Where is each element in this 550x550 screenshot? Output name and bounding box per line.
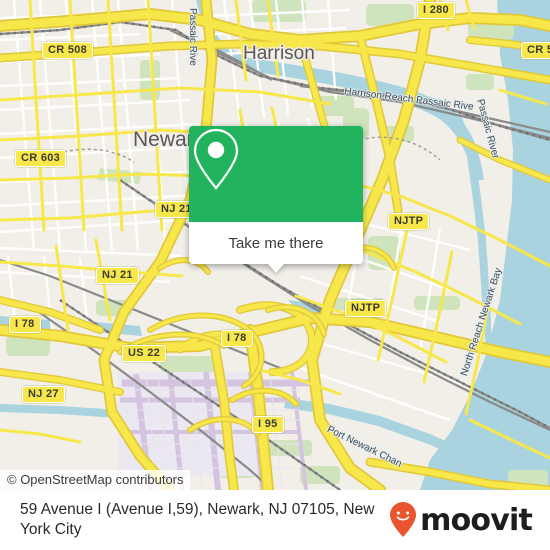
road-shield-i-78-east[interactable]: I 78 xyxy=(221,330,253,347)
screenshot-root: Harrison Newark Passaic Rive Harrison Re… xyxy=(0,0,550,550)
road-shield-us-22[interactable]: US 22 xyxy=(122,345,167,362)
map-popup-card[interactable]: Take me there xyxy=(189,126,363,273)
road-shield-cr-508[interactable]: CR 508 xyxy=(42,42,94,59)
take-me-there-label: Take me there xyxy=(228,234,324,252)
place-label-harrison: Harrison xyxy=(243,43,315,64)
road-shield-cr-5[interactable]: CR 5 xyxy=(521,42,550,59)
take-me-there-button[interactable]: Take me there xyxy=(189,222,363,264)
road-shield-njtp-north[interactable]: NJTP xyxy=(388,213,430,230)
moovit-smiley-pin-icon xyxy=(390,502,417,537)
footer-bar: 59 Avenue I (Avenue I,59), Newark, NJ 07… xyxy=(0,490,550,550)
road-shield-nj-21-south[interactable]: NJ 21 xyxy=(96,267,139,284)
moovit-logo[interactable]: moovit xyxy=(388,501,540,539)
map-canvas[interactable]: Harrison Newark Passaic Rive Harrison Re… xyxy=(0,0,550,490)
osm-attribution[interactable]: © OpenStreetMap contributors xyxy=(0,470,190,490)
moovit-wordmark: moovit xyxy=(420,502,533,538)
water-label-passaic-river-north: Passaic Rive xyxy=(187,8,198,66)
location-pin-icon xyxy=(193,128,239,190)
road-shield-i-95[interactable]: I 95 xyxy=(252,416,284,433)
road-shield-i-280[interactable]: I 280 xyxy=(417,2,455,19)
road-shield-i-78-west[interactable]: I 78 xyxy=(9,316,41,333)
address-text: 59 Avenue I (Avenue I,59), Newark, NJ 07… xyxy=(20,501,375,538)
road-shield-cr-603[interactable]: CR 603 xyxy=(15,150,67,167)
popup-tail-arrow xyxy=(267,263,285,273)
popup-header xyxy=(189,126,363,222)
road-shield-nj-27[interactable]: NJ 27 xyxy=(22,386,65,403)
road-shield-njtp-south[interactable]: NJTP xyxy=(345,300,387,317)
